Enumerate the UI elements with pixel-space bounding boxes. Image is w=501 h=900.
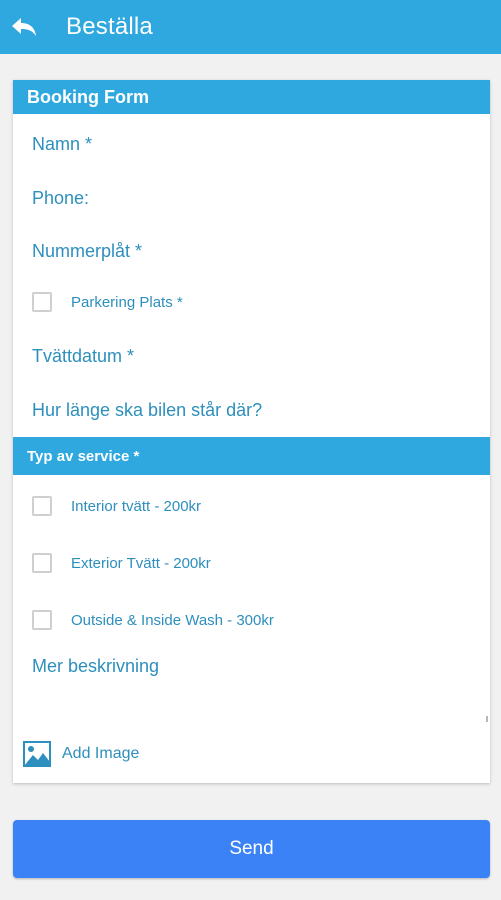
parking-checkbox[interactable] [32,292,52,312]
service-label: Exterior Tvätt - 200kr [71,554,211,572]
service-row[interactable]: Exterior Tvätt - 200kr [32,553,211,573]
service-label: Interior tvätt - 200kr [71,497,202,515]
service-checkbox[interactable] [32,610,52,630]
back-button[interactable] [0,0,48,54]
wash-date-field[interactable]: Tvättdatum * [32,346,134,367]
add-image-label: Add Image [62,745,140,762]
service-label: Outside & Inside Wash - 300kr [71,611,274,629]
app-bar: Beställa [0,0,501,54]
parking-label: Parkering Plats * [71,293,183,311]
phone-field[interactable]: Phone: [32,188,89,209]
service-row[interactable]: Interior tvätt - 200kr [32,496,201,516]
reply-arrow-icon [12,18,36,36]
duration-field[interactable]: Hur länge ska bilen står där? [32,400,262,421]
booking-form-card: Booking Form Namn * Phone: Nummerplåt * … [13,80,490,783]
name-field[interactable]: Namn * [32,134,92,155]
page-title: Beställa [66,13,153,40]
booking-form-header: Booking Form [13,80,490,114]
service-checkbox[interactable] [32,553,52,573]
service-type-header: Typ av service * [13,437,490,475]
service-row[interactable]: Outside & Inside Wash - 300kr [32,610,274,630]
service-checkbox[interactable] [32,496,52,516]
image-icon [23,741,51,767]
add-image-button[interactable]: Add Image [23,741,139,767]
scroll-indicator [486,716,488,722]
send-button[interactable]: Send [13,820,490,878]
parking-row[interactable]: Parkering Plats * [32,292,183,312]
plate-field[interactable]: Nummerplåt * [32,241,142,262]
description-field[interactable]: Mer beskrivning [32,656,159,677]
